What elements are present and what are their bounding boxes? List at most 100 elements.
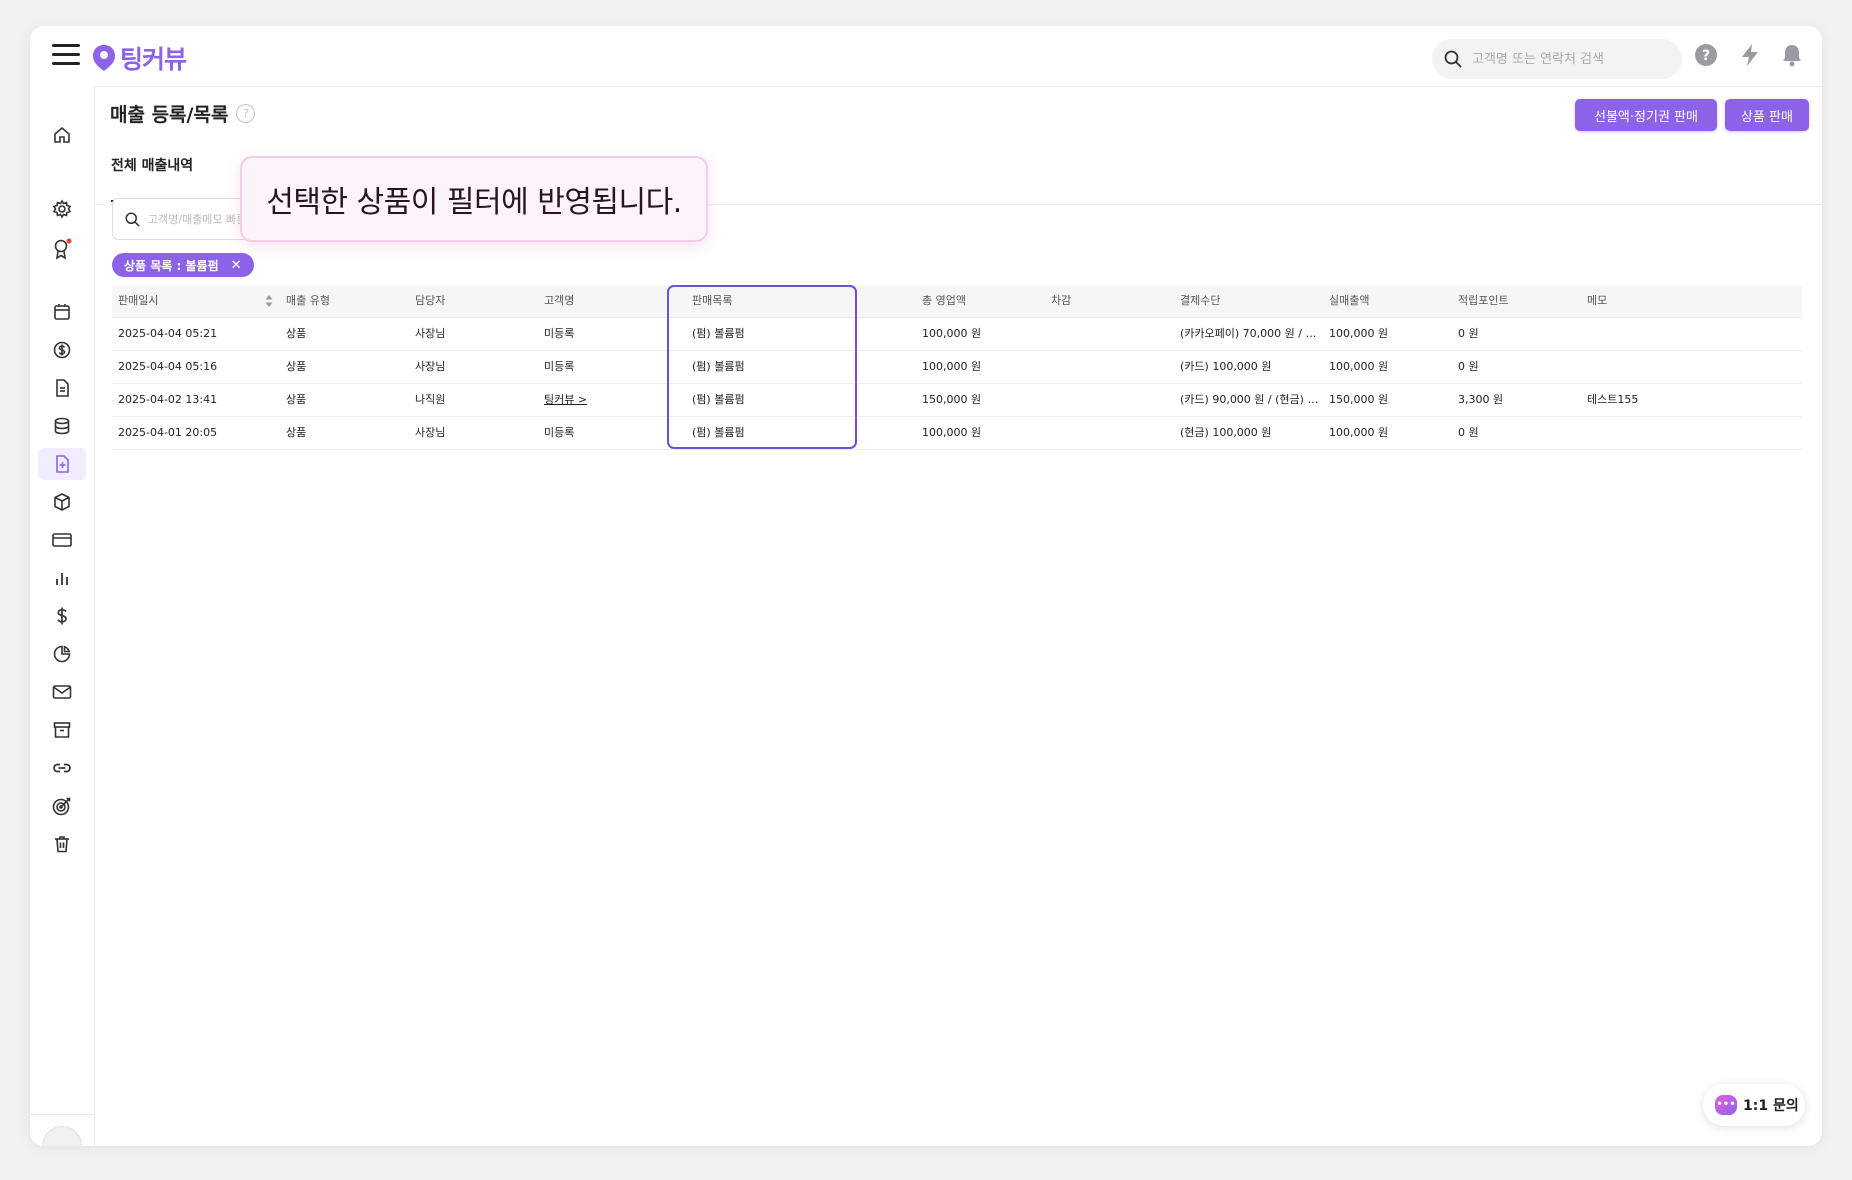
cell-sale-type: 상품 [286,360,307,373]
cell-sale-items: (펌) 볼륨펌 [692,426,745,439]
cell-points: 3,300 원 [1458,393,1504,406]
cell-sale-date: 2025-04-04 05:21 [118,327,218,340]
sidebar-item-messages[interactable] [38,676,86,708]
header-sale-date[interactable]: 판매일시 [118,285,158,317]
card-icon [52,533,72,547]
header-deduction: 차감 [1051,294,1072,307]
coin-icon [53,341,71,359]
sidebar-item-archive[interactable] [38,714,86,746]
gear-icon [52,199,72,219]
close-icon[interactable]: ✕ [231,258,242,273]
cell-total: 100,000 원 [922,426,982,439]
cell-sale-items: (펌) 볼륨펌 [692,393,745,406]
cell-net-sales: 100,000 원 [1329,327,1389,340]
guide-tooltip: 선택한 상품이 필터에 반영됩니다. [240,156,708,242]
sidebar-item-products[interactable] [38,486,86,518]
cell-customer: 미등록 [544,426,575,439]
bar-chart-icon [56,573,68,585]
header-memo: 메모 [1587,294,1608,307]
table-row[interactable]: 2025-04-04 05:21 상품 사장님 미등록 (펌) 볼륨펌 100,… [112,318,1802,351]
filter-chip[interactable]: 상품 목록 : 볼륨펌 ✕ [112,253,254,277]
product-sale-button[interactable]: 상품 판매 [1725,99,1809,131]
sidebar-item-trash[interactable] [38,828,86,860]
cell-customer: 미등록 [544,327,575,340]
cell-payment: (카드) 100,000 원 [1180,360,1272,373]
cell-sale-type: 상품 [286,393,307,406]
inquiry-button[interactable]: ••• 1:1 문의 [1703,1084,1805,1126]
sidebar-divider [30,1114,94,1115]
cell-staff: 나직원 [415,393,446,406]
document-icon [56,379,69,397]
customer-search[interactable] [1432,39,1682,79]
top-bar: 팅커뷰 ? [30,26,1822,87]
sidebar-item-revenue[interactable] [38,600,86,632]
box-icon [54,493,70,511]
filter-chip-label: 상품 목록 : 볼륨펌 [124,258,219,273]
table-row[interactable]: 2025-04-04 05:16 상품 사장님 미등록 (펌) 볼륨펌 100,… [112,351,1802,384]
tooltip-text: 선택한 상품이 필터에 반영됩니다. [266,185,682,220]
dollar-icon [57,607,67,625]
sidebar-item-sales[interactable] [38,334,86,366]
trash-icon [55,836,69,853]
app-logo[interactable]: 팅커뷰 [92,40,187,76]
cell-total: 150,000 원 [922,393,982,406]
sidebar [30,86,95,1146]
header-sale-items: 판매목록 [692,294,733,307]
cell-total: 100,000 원 [922,327,982,340]
sidebar-item-rewards[interactable] [38,233,86,265]
cell-sale-type: 상품 [286,327,307,340]
cell-sale-date: 2025-04-04 05:16 [118,360,218,373]
sidebar-item-analysis[interactable] [38,638,86,670]
logo-pin-icon [93,45,115,71]
cell-payment: (카카오페이) 70,000 원 / (... [1180,327,1320,340]
menu-icon[interactable] [52,44,80,66]
sidebar-item-sales-register[interactable] [38,448,86,480]
header-staff: 담당자 [415,294,446,307]
header-net-sales: 실매출액 [1329,294,1370,307]
home-icon [54,126,70,143]
sidebar-item-calendar[interactable] [38,296,86,328]
sidebar-item-goals[interactable] [38,790,86,822]
cell-net-sales: 100,000 원 [1329,426,1389,439]
lightning-icon[interactable] [1736,41,1764,69]
cell-sale-items: (펌) 볼륨펌 [692,360,745,373]
chat-bubble-icon: ••• [1715,1095,1737,1115]
cell-payment: (카드) 90,000 원 / (현금) 6... [1180,393,1320,406]
app-window: 팅커뷰 ? [30,26,1822,1146]
tab-all-sales[interactable]: 전체 매출내역 [111,150,194,202]
mail-icon [52,685,72,699]
calendar-icon [54,304,70,320]
sidebar-item-home[interactable] [38,119,86,151]
sort-icon[interactable] [264,294,274,308]
cell-total: 100,000 원 [922,360,982,373]
cell-staff: 사장님 [415,360,446,373]
table-row[interactable]: 2025-04-01 20:05 상품 사장님 미등록 (펌) 볼륨펌 100,… [112,417,1802,450]
sidebar-item-database[interactable] [38,410,86,442]
header-points: 적립포인트 [1458,294,1509,307]
cell-points: 0 원 [1458,360,1479,373]
cell-customer: 미등록 [544,360,575,373]
cell-points: 0 원 [1458,426,1479,439]
sidebar-item-cards[interactable] [38,524,86,556]
header-sale-type: 매출 유형 [286,294,330,307]
bell-icon[interactable] [1778,41,1806,69]
svg-text:?: ? [1702,48,1710,64]
sidebar-item-links[interactable] [38,752,86,784]
help-icon[interactable]: ? [1692,41,1720,69]
avatar[interactable] [42,1126,82,1146]
cell-sale-date: 2025-04-01 20:05 [118,426,218,439]
question-icon[interactable]: ? [236,104,256,123]
customer-link[interactable]: 팅커뷰 > [544,384,587,416]
header-customer: 고객명 [544,294,575,307]
prepaid-sale-button[interactable]: 선불액·정기권 판매 [1575,99,1717,131]
sidebar-item-documents[interactable] [38,372,86,404]
customer-search-input[interactable] [1470,50,1664,68]
pie-chart-icon [53,645,71,663]
table-row[interactable]: 2025-04-02 13:41 상품 나직원 팅커뷰 > (펌) 볼륨펌 15… [112,384,1802,417]
inquiry-label: 1:1 문의 [1743,1098,1799,1114]
sidebar-item-settings[interactable] [38,193,86,225]
page-title: 매출 등록/목록 ? [110,100,256,127]
cell-staff: 사장님 [415,426,446,439]
award-icon [54,238,72,260]
sidebar-item-stats[interactable] [38,562,86,594]
